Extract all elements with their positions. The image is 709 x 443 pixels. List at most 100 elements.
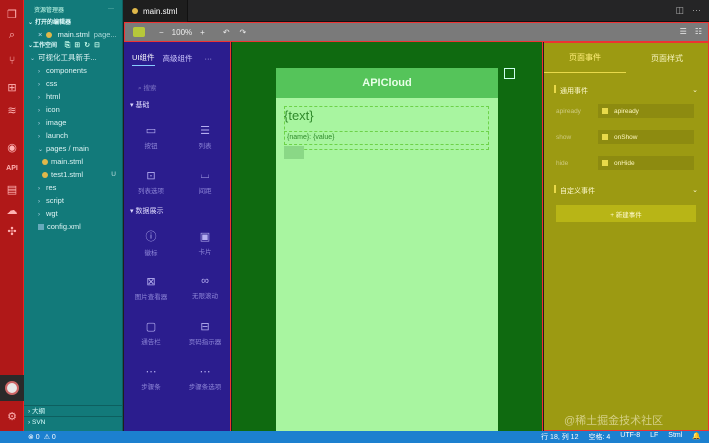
tab-main-stml[interactable]: main.stml bbox=[124, 0, 188, 22]
category-data-display[interactable]: ▾ 数据展示 bbox=[124, 204, 230, 220]
tree-item-label: icon bbox=[46, 105, 60, 114]
more-actions-icon[interactable]: ··· bbox=[692, 5, 701, 16]
tree-item-label: css bbox=[46, 79, 58, 88]
file-item[interactable]: test1.stml U bbox=[24, 168, 122, 181]
event-handler-field[interactable]: apiready bbox=[598, 104, 694, 118]
zoom-in-button[interactable]: + bbox=[200, 28, 205, 37]
component-item[interactable]: ☰ 列表 bbox=[180, 114, 230, 159]
folder-item[interactable]: › wgt bbox=[24, 207, 122, 220]
api-label[interactable]: API bbox=[4, 160, 20, 176]
file-item[interactable]: config.xml bbox=[24, 220, 122, 233]
errors-count[interactable]: ⊗ 0 bbox=[28, 433, 40, 441]
chevron-down-icon: ⌄ bbox=[692, 187, 698, 194]
explorer-icon[interactable]: ❐ bbox=[4, 6, 20, 22]
component-label: 通告栏 bbox=[141, 338, 161, 346]
outline-section[interactable]: › 大纲 bbox=[24, 405, 123, 416]
stack-icon[interactable]: ≋ bbox=[4, 102, 20, 118]
component-item[interactable]: ⓘ 徽标 bbox=[126, 220, 176, 265]
open-editor-item[interactable]: × main.stml page... bbox=[24, 28, 122, 41]
new-event-button[interactable]: + 新建事件 bbox=[556, 205, 696, 222]
close-icon[interactable]: × bbox=[38, 30, 42, 39]
selection-shade bbox=[284, 146, 304, 159]
refresh-icon[interactable]: ↻ bbox=[84, 41, 90, 51]
design-canvas[interactable]: APICloud {text} {name}: {value} bbox=[232, 42, 543, 431]
new-folder-icon[interactable]: ⊞ bbox=[74, 41, 80, 51]
folder-item[interactable]: › components bbox=[24, 64, 122, 77]
event-label: hide bbox=[556, 159, 569, 167]
line-ending[interactable]: LF bbox=[650, 432, 658, 442]
component-item[interactable]: ⊠ 图片查看器 bbox=[126, 265, 176, 310]
extensions-icon[interactable]: ⊞ bbox=[4, 79, 20, 95]
redo-button[interactable]: ↷ bbox=[240, 28, 247, 37]
warnings-count[interactable]: ⚠ 0 bbox=[44, 433, 56, 441]
component-item[interactable]: ▢ 通告栏 bbox=[126, 310, 176, 355]
align-left-icon[interactable]: ☰ bbox=[680, 27, 687, 36]
new-file-icon[interactable]: ⎘ bbox=[65, 41, 71, 51]
component-search-input[interactable]: ⌕ 搜索 bbox=[134, 80, 220, 98]
cloud-icon[interactable]: ☁ bbox=[4, 202, 20, 218]
split-editor-icon[interactable]: ◫ bbox=[675, 5, 684, 16]
gear-icon[interactable]: ⚙ bbox=[4, 408, 20, 424]
tab-page-style[interactable]: 页面样式 bbox=[626, 43, 708, 73]
project-root[interactable]: ⌄ 可视化工具新手... bbox=[24, 51, 122, 64]
component-icon: ⊠ bbox=[146, 275, 156, 288]
tab-ui-components[interactable]: UI组件 bbox=[132, 52, 155, 66]
plugin-icon[interactable]: ✣ bbox=[4, 223, 20, 239]
notification-icon[interactable]: 🔔 bbox=[692, 432, 701, 442]
frame-toggle-icon[interactable] bbox=[504, 68, 515, 79]
folder-item[interactable]: › css bbox=[24, 77, 122, 90]
folder-item[interactable]: › html bbox=[24, 90, 122, 103]
folder-item[interactable]: › image bbox=[24, 116, 122, 129]
component-item[interactable]: ⊟ 页码指示器 bbox=[180, 310, 230, 355]
folder-item[interactable]: › script bbox=[24, 194, 122, 207]
category-basic[interactable]: ▾ 基础 bbox=[124, 98, 230, 114]
component-item[interactable]: ▣ 卡片 bbox=[180, 220, 230, 265]
event-handler-field[interactable]: onHide bbox=[598, 156, 694, 170]
source-control-icon[interactable]: ⑂ bbox=[4, 53, 20, 69]
preview-icon[interactable]: ◉ bbox=[4, 139, 20, 155]
component-item[interactable]: ⌴ 间距 bbox=[180, 159, 230, 204]
component-icon: ∞ bbox=[201, 275, 209, 287]
display-components-grid: ⓘ 徽标 ▣ 卡片 ⊠ 图片查看器 ∞ 无限滚动 ▢ 通告栏 ⊟ 页码指示器 ⋯ 步骤条 ⋯ 步骤条选项 bbox=[124, 220, 230, 400]
event-row: hide onHide bbox=[544, 155, 708, 171]
encoding[interactable]: UTF-8 bbox=[620, 432, 640, 442]
avatar[interactable] bbox=[0, 375, 24, 401]
component-label: 间距 bbox=[198, 187, 212, 195]
component-item[interactable]: ⋯ 步骤条选项 bbox=[180, 355, 230, 400]
book-icon[interactable]: ▤ bbox=[4, 181, 20, 197]
custom-events-header[interactable]: 自定义事件 ⌄ bbox=[544, 183, 708, 197]
folder-item[interactable]: ⌄ pages / main bbox=[24, 142, 122, 155]
xml-file-icon bbox=[38, 224, 44, 231]
collapse-icon[interactable]: ⊟ bbox=[94, 41, 100, 51]
folder-item[interactable]: › launch bbox=[24, 129, 122, 142]
component-item[interactable]: ⋯ 步骤条 bbox=[126, 355, 176, 400]
common-events-header[interactable]: 通用事件 ⌄ bbox=[544, 83, 708, 97]
components-menu-button[interactable]: ··· bbox=[205, 54, 213, 63]
tab-page-events[interactable]: 页面事件 bbox=[544, 43, 626, 73]
explorer-menu-button[interactable]: ··· bbox=[108, 6, 114, 12]
language-mode[interactable]: Stml bbox=[668, 432, 682, 442]
component-label: 无限滚动 bbox=[192, 293, 218, 300]
tab-advanced-components[interactable]: 高级组件 bbox=[163, 53, 193, 64]
svn-section[interactable]: › SVN bbox=[24, 416, 123, 427]
folder-item[interactable]: › res bbox=[24, 181, 122, 194]
event-handler-field[interactable]: onShow bbox=[598, 130, 694, 144]
component-item[interactable]: ▭ 按钮 bbox=[126, 114, 176, 159]
nav-title[interactable]: APICloud bbox=[276, 68, 498, 98]
align-right-icon[interactable]: ☷ bbox=[695, 27, 702, 36]
undo-button[interactable]: ↶ bbox=[223, 28, 230, 37]
file-item[interactable]: main.stml bbox=[24, 155, 122, 168]
cursor-position[interactable]: 行 18, 列 12 bbox=[541, 432, 578, 442]
component-icon: ⓘ bbox=[145, 231, 157, 243]
indentation[interactable]: 空格: 4 bbox=[588, 432, 610, 442]
folder-item[interactable]: › icon bbox=[24, 103, 122, 116]
component-item[interactable]: ∞ 无限滚动 bbox=[180, 265, 230, 310]
name-value-block[interactable]: {name}: {value} bbox=[284, 131, 489, 145]
zoom-out-button[interactable]: − bbox=[159, 28, 164, 37]
text-placeholder[interactable]: {text} bbox=[284, 108, 314, 123]
open-editors-header[interactable]: ⌄ 打开的编辑器 bbox=[24, 18, 122, 28]
search-icon[interactable]: ⌕ bbox=[4, 27, 20, 43]
phone-preview[interactable]: APICloud {text} {name}: {value} bbox=[276, 68, 498, 431]
workspace-header[interactable]: ⌄工作空间 ⎘ ⊞ ↻ ⊟ bbox=[24, 41, 122, 51]
component-item[interactable]: ⊡ 列表选项 bbox=[126, 159, 176, 204]
